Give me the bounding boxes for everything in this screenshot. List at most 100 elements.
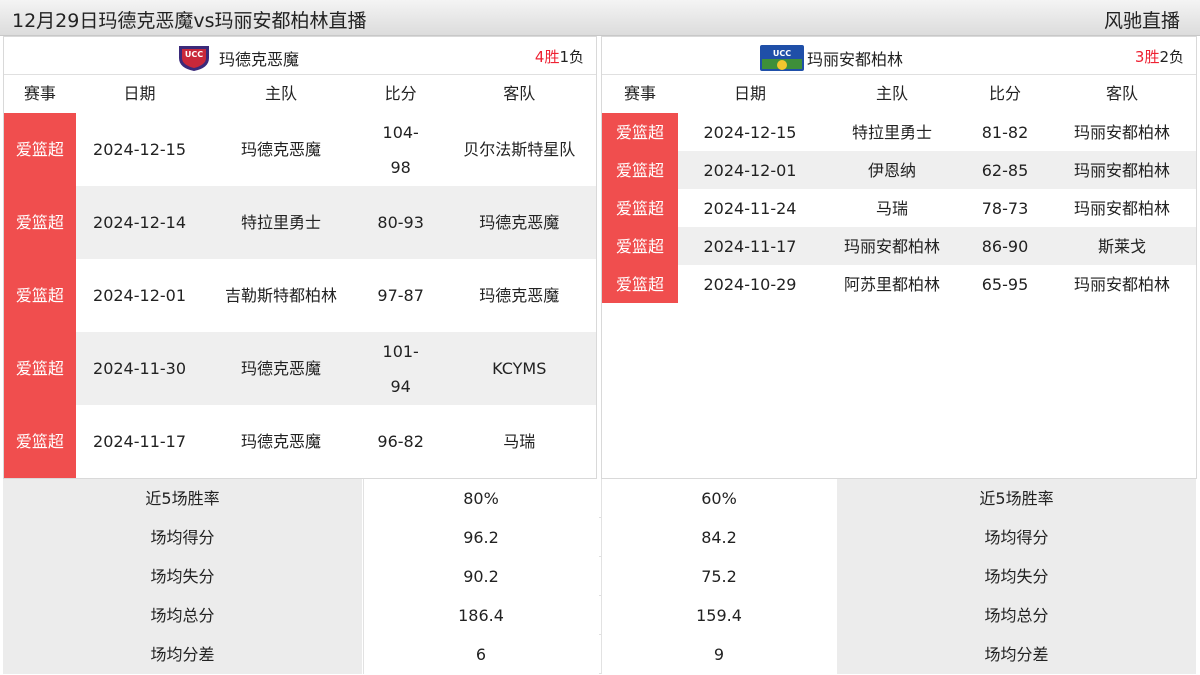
stat-label-right: 场均得分 [837, 518, 1197, 557]
league-tag[interactable]: 爱篮超 [602, 227, 678, 265]
stat-value-left: 186.4 [363, 596, 599, 635]
league-tag[interactable]: 爱篮超 [4, 113, 76, 186]
team-name: 玛丽安都柏林 [807, 50, 904, 69]
match-score: 62-85 [981, 160, 1029, 180]
match-score: 81-82 [981, 122, 1029, 142]
col-date: 日期 [733, 84, 766, 103]
col-home: 主队 [875, 84, 908, 103]
col-away: 客队 [1105, 84, 1138, 103]
stat-value-left: 90.2 [363, 557, 599, 596]
home-team: 玛德克恶魔 [241, 140, 322, 159]
away-team: 贝尔法斯特星队 [463, 140, 576, 159]
svg-text:UCC: UCC [773, 49, 791, 58]
team-logo-icon: UCC [759, 44, 805, 72]
team-name: 玛德克恶魔 [219, 50, 300, 69]
match-row[interactable]: 爱篮超 2024-12-15 玛德克恶魔 104-98 贝尔法斯特星队 [4, 113, 596, 186]
match-score: 101-94 [382, 341, 419, 396]
away-team: 玛丽安都柏林 [1073, 274, 1170, 294]
team-record: 3胜2负 [1135, 46, 1184, 67]
match-row[interactable]: 爱篮超 2024-11-17 玛丽安都柏林 86-90 斯莱戈 [602, 227, 1196, 265]
match-score: 104-98 [382, 122, 419, 177]
match-row[interactable]: 爱篮超 2024-12-01 吉勒斯特都柏林 97-87 玛德克恶魔 [4, 259, 596, 332]
away-team: 玛德克恶魔 [479, 286, 560, 305]
stat-value-right: 84.2 [601, 518, 837, 557]
record-losses: 2负 [1159, 48, 1184, 66]
stats-row: 场均失分 90.2 75.2 场均失分 [3, 557, 1197, 596]
stats-row: 场均分差 6 9 场均分差 [3, 635, 1197, 674]
stat-value-right: 75.2 [601, 557, 837, 596]
league-tag[interactable]: 爱篮超 [602, 265, 678, 303]
match-row[interactable]: 爱篮超 2024-10-29 阿苏里都柏林 65-95 玛丽安都柏林 [602, 265, 1196, 303]
match-row[interactable]: 爱篮超 2024-12-15 特拉里勇士 81-82 玛丽安都柏林 [602, 113, 1196, 151]
match-score: 97-87 [377, 286, 424, 305]
home-team: 吉勒斯特都柏林 [225, 286, 338, 305]
stat-value-left: 80% [363, 479, 599, 518]
team-title[interactable]: UCC 玛德克恶魔 [171, 44, 299, 72]
match-date: 2024-12-15 [703, 122, 797, 142]
league-tag[interactable]: 爱篮超 [4, 332, 76, 405]
col-league: 赛事 [23, 84, 56, 103]
match-score: 65-95 [981, 274, 1029, 294]
match-date: 2024-11-24 [703, 198, 797, 218]
stat-label-left: 场均得分 [3, 518, 363, 557]
match-row[interactable]: 爱篮超 2024-11-17 玛德克恶魔 96-82 马瑞 [4, 405, 596, 478]
home-team: 玛德克恶魔 [241, 359, 322, 378]
away-team-panel: UCC 玛丽安都柏林 3胜2负 赛事 日期 主队 比分 客队 爱篮超 2024-1… [601, 36, 1197, 479]
table-header: 赛事 日期 主队 比分 客队 [602, 75, 1196, 112]
stats-comparison: 近5场胜率 80% 60% 近5场胜率 场均得分 96.2 84.2 场均得分 … [3, 479, 1197, 674]
match-row[interactable]: 爱篮超 2024-12-01 伊恩纳 62-85 玛丽安都柏林 [602, 151, 1196, 189]
stat-value-right: 60% [601, 479, 837, 518]
stat-label-right: 场均分差 [837, 635, 1197, 674]
away-team: 马瑞 [503, 432, 536, 451]
match-date: 2024-12-14 [93, 213, 186, 232]
match-date: 2024-12-15 [93, 140, 186, 159]
stats-row: 近5场胜率 80% 60% 近5场胜率 [3, 479, 1197, 518]
table-header: 赛事 日期 主队 比分 客队 [4, 75, 596, 112]
stat-value-right: 159.4 [601, 596, 837, 635]
stat-label-right: 场均失分 [837, 557, 1197, 596]
svg-text:UCC: UCC [185, 50, 203, 59]
stat-label-left: 场均总分 [3, 596, 363, 635]
site-brand[interactable]: 风驰直播 [1104, 6, 1180, 33]
home-team: 马瑞 [875, 198, 908, 218]
stat-value-left: 6 [363, 635, 599, 674]
league-tag[interactable]: 爱篮超 [602, 151, 678, 189]
team-header: UCC 玛德克恶魔 4胜1负 [4, 37, 596, 75]
stat-label-right: 场均总分 [837, 596, 1197, 635]
league-tag[interactable]: 爱篮超 [4, 259, 76, 332]
home-team: 阿苏里都柏林 [843, 274, 940, 294]
team-record: 4胜1负 [535, 46, 584, 67]
match-row[interactable]: 爱篮超 2024-11-24 马瑞 78-73 玛丽安都柏林 [602, 189, 1196, 227]
league-tag[interactable]: 爱篮超 [602, 189, 678, 227]
home-team: 伊恩纳 [867, 160, 916, 180]
match-score: 96-82 [377, 432, 424, 451]
col-score: 比分 [988, 84, 1021, 103]
match-date: 2024-11-17 [703, 236, 797, 256]
home-team-panel: UCC 玛德克恶魔 4胜1负 赛事 日期 主队 比分 客队 爱篮超 2024-12… [3, 36, 597, 479]
league-tag[interactable]: 爱篮超 [602, 113, 678, 151]
stat-label-left: 近5场胜率 [3, 479, 363, 518]
record-wins: 4胜 [534, 48, 560, 66]
team-logo-icon: UCC [171, 44, 217, 72]
match-score: 86-90 [981, 236, 1029, 256]
away-team: 玛丽安都柏林 [1073, 122, 1170, 142]
home-team: 特拉里勇士 [851, 122, 932, 142]
match-date: 2024-12-01 [703, 160, 797, 180]
stat-label-right: 近5场胜率 [837, 479, 1197, 518]
match-row[interactable]: 爱篮超 2024-12-14 特拉里勇士 80-93 玛德克恶魔 [4, 186, 596, 259]
stats-row: 场均总分 186.4 159.4 场均总分 [3, 596, 1197, 635]
header-bar: 12月29日玛德克恶魔vs玛丽安都柏林直播 风驰直播 [0, 0, 1200, 36]
record-losses: 1负 [559, 48, 584, 66]
stat-value-right: 9 [601, 635, 837, 674]
match-score: 78-73 [981, 198, 1029, 218]
col-league: 赛事 [623, 84, 656, 103]
col-score: 比分 [384, 84, 417, 103]
team-title[interactable]: UCC 玛丽安都柏林 [759, 44, 903, 72]
league-tag[interactable]: 爱篮超 [4, 405, 76, 478]
home-team: 玛丽安都柏林 [843, 236, 940, 256]
match-date: 2024-12-01 [93, 286, 186, 305]
record-wins: 3胜 [1134, 48, 1160, 66]
league-tag[interactable]: 爱篮超 [4, 186, 76, 259]
match-row[interactable]: 爱篮超 2024-11-30 玛德克恶魔 101-94 KCYMS [4, 332, 596, 405]
stats-row: 场均得分 96.2 84.2 场均得分 [3, 518, 1197, 557]
